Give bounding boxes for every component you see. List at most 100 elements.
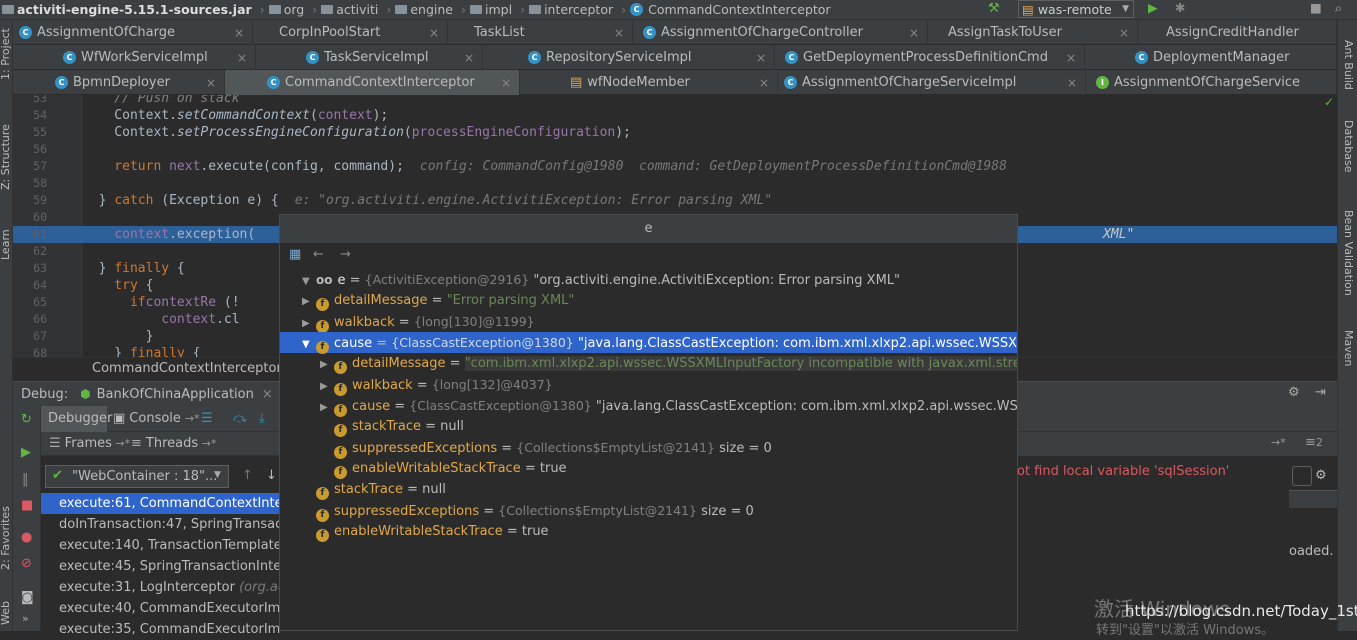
stack-frame[interactable]: execute:140, TransactionTemplate (org bbox=[41, 535, 281, 556]
layout-icon[interactable]: ≡2 bbox=[1305, 435, 1323, 450]
tab-assignmentofchargecontroller[interactable]: C AssignmentOfChargeController × bbox=[633, 20, 928, 45]
variable-node[interactable]: f suppressedExceptions = {Collections$Emp… bbox=[280, 500, 1017, 522]
stack-frame[interactable]: execute:31, LogInterceptor (org.activi bbox=[41, 577, 281, 598]
code-line[interactable]: 55 Context.setProcessEngineConfiguration… bbox=[13, 124, 1337, 141]
variable-node[interactable]: ▶ f detailMessage = "com.ibm.xml.xlxp2.api… bbox=[280, 353, 1017, 374]
debug-session-tab[interactable]: BankOfChinaApplication bbox=[97, 387, 254, 402]
structure-tool-tab[interactable]: Z: Structure bbox=[0, 124, 12, 190]
tab-console[interactable]: ▣ Console →* bbox=[113, 406, 200, 432]
close-icon[interactable]: × bbox=[237, 51, 247, 65]
tab-wfnodemember[interactable]: ▤ wfNodeMember × bbox=[520, 70, 778, 95]
rerun-icon[interactable]: ↻ bbox=[21, 412, 32, 427]
variable-node[interactable]: ▶ f walkback = {long[132]@4037} bbox=[280, 374, 1017, 397]
close-icon[interactable]: × bbox=[756, 51, 766, 65]
expand-right-icon[interactable]: ▶ bbox=[302, 313, 316, 334]
close-icon[interactable]: × bbox=[1067, 76, 1077, 90]
tab-assigntasktouser[interactable]: AssignTaskToUser × bbox=[928, 20, 1138, 45]
variable-node[interactable]: ▼ oo e = {ActivitiException@2916} "org.act… bbox=[280, 269, 1017, 290]
close-icon[interactable]: × bbox=[501, 76, 511, 90]
breadcrumb-jar[interactable]: activiti-engine-5.15.1-sources.jar bbox=[2, 2, 252, 17]
more-icon[interactable]: » bbox=[22, 612, 29, 625]
menu-icon[interactable]: ☰ bbox=[201, 411, 213, 426]
project-tool-tab[interactable]: 1: Project bbox=[0, 28, 12, 80]
close-icon[interactable]: × bbox=[759, 76, 769, 90]
close-icon[interactable]: × bbox=[234, 26, 244, 40]
code-line[interactable]: 58 bbox=[13, 175, 1337, 192]
expand-right-icon[interactable]: ▶ bbox=[320, 354, 334, 375]
breadcrumb-current-file[interactable]: C CommandContextInterceptor bbox=[630, 2, 831, 17]
run-config-select[interactable]: ▤ was-remote ▼ bbox=[1018, 0, 1134, 18]
variable-node[interactable]: ▶ f walkback = {long[130]@1199} bbox=[280, 311, 1017, 334]
tab-assigncredithandler[interactable]: AssignCreditHandler bbox=[1138, 20, 1337, 45]
variable-node[interactable]: ▼ f cause = {ClassCastException@1380} "jav… bbox=[280, 332, 1017, 355]
up-arrow-icon[interactable]: ↑ bbox=[242, 468, 253, 483]
bean-validation-tool-tab[interactable]: Bean Validation bbox=[1342, 210, 1355, 296]
variable-node[interactable]: f enableWritableStackTrace = true bbox=[280, 521, 1017, 542]
tab-wfworkserviceimpl[interactable]: C WfWorkServiceImpl × bbox=[13, 45, 256, 70]
step-into-icon[interactable]: ⤓ bbox=[259, 411, 265, 426]
tab-frames[interactable]: ☰ Frames →* bbox=[49, 436, 130, 451]
close-icon[interactable]: × bbox=[206, 76, 216, 90]
search-everywhere-icon[interactable]: ⌕ bbox=[1335, 0, 1342, 16]
inspect-popup[interactable]: e ▦ ← → ▼ oo e = {ActivitiException@2916} … bbox=[279, 214, 1018, 631]
web-tool-tab[interactable]: Web bbox=[0, 601, 12, 625]
search-icon[interactable] bbox=[1292, 466, 1312, 486]
close-icon[interactable]: × bbox=[1119, 26, 1129, 40]
debug-icon[interactable]: ✱ bbox=[1175, 0, 1185, 15]
code-line[interactable]: 53 // Push on stack bbox=[13, 95, 1337, 107]
close-icon[interactable]: × bbox=[614, 26, 624, 40]
thread-select[interactable]: ✔ "WebContainer : 18"... ▼ bbox=[45, 465, 229, 488]
breadcrumb-impl[interactable]: impl bbox=[470, 2, 512, 17]
database-tool-tab[interactable]: Database bbox=[1342, 120, 1355, 173]
build-hammer-icon[interactable]: ⚒ bbox=[988, 1, 1000, 16]
expand-right-icon[interactable]: ▶ bbox=[320, 397, 334, 418]
expand-down-icon[interactable]: ▼ bbox=[302, 334, 316, 355]
tab-deploymentmanager[interactable]: C DeploymentManager bbox=[1085, 45, 1337, 70]
breadcrumb-interceptor[interactable]: interceptor bbox=[529, 2, 613, 17]
close-icon[interactable]: × bbox=[429, 26, 439, 40]
ant-build-tool-tab[interactable]: Ant Build bbox=[1342, 40, 1355, 90]
run-icon[interactable]: ▶ bbox=[1148, 0, 1158, 15]
close-icon[interactable]: × bbox=[464, 51, 474, 65]
expand-right-icon[interactable]: ▶ bbox=[320, 376, 334, 397]
stack-frame[interactable]: execute:45, SpringTransactionIntercep bbox=[41, 556, 281, 577]
tab-repositoryserviceimpl[interactable]: C RepositoryServiceImpl × bbox=[483, 45, 775, 70]
down-arrow-icon[interactable]: ↓ bbox=[266, 468, 277, 483]
maven-tool-tab[interactable]: Maven bbox=[1342, 330, 1355, 366]
tab-threads[interactable]: ≡ Threads →* bbox=[131, 436, 216, 451]
hide-icon[interactable]: ⇥ bbox=[1315, 385, 1326, 400]
tab-assignmentofcharge[interactable]: C AssignmentOfCharge × bbox=[13, 20, 253, 45]
code-line[interactable]: 57 return next.execute(config, command);… bbox=[13, 158, 1337, 175]
close-icon[interactable]: × bbox=[1066, 51, 1076, 65]
learn-tool-tab[interactable]: Learn bbox=[0, 229, 12, 260]
resume-icon[interactable]: ▶ bbox=[21, 445, 31, 460]
gear-icon[interactable]: ⚙ bbox=[1315, 468, 1327, 483]
breadcrumb-class[interactable]: CommandContextInterceptor bbox=[92, 361, 282, 376]
expand-down-icon[interactable]: ▼ bbox=[302, 271, 316, 292]
variable-node[interactable]: f suppressedExceptions = {Collections$Emp… bbox=[280, 437, 1017, 459]
tab-assignmentofchargeservice[interactable]: I AssignmentOfChargeService bbox=[1086, 70, 1337, 95]
tab-assignmentofchargeserviceimpl[interactable]: C AssignmentOfChargeServiceImpl × bbox=[778, 70, 1086, 95]
expand-right-icon[interactable]: ▶ bbox=[302, 291, 316, 312]
gear-icon[interactable]: ⚙ bbox=[1288, 385, 1300, 400]
tab-taskserviceimpl[interactable]: C TaskServiceImpl × bbox=[256, 45, 483, 70]
variable-node[interactable]: f stackTrace = null bbox=[280, 416, 1017, 437]
view-breakpoints-icon[interactable]: ● bbox=[21, 530, 32, 545]
breadcrumb-engine[interactable]: engine bbox=[395, 2, 453, 17]
stack-frame[interactable]: execute:40, CommandExecutorImpl (o bbox=[41, 598, 281, 619]
tab-commandcontextinterceptor[interactable]: C CommandContextInterceptor × bbox=[225, 70, 520, 95]
tab-tasklist[interactable]: TaskList × bbox=[448, 20, 633, 45]
close-icon[interactable]: × bbox=[262, 387, 273, 402]
close-icon[interactable]: × bbox=[909, 26, 919, 40]
tab-corpinpoolstart[interactable]: CorpInPoolStart × bbox=[253, 20, 448, 45]
favorites-tool-tab[interactable]: 2: Favorites bbox=[0, 506, 12, 570]
variable-node[interactable]: ▶ f cause = {ClassCastException@1380} "jav… bbox=[280, 395, 1017, 418]
pause-icon[interactable]: ‖ bbox=[22, 472, 29, 487]
tab-bpmndeployer[interactable]: C BpmnDeployer × bbox=[13, 70, 225, 95]
code-line[interactable]: 54 Context.setCommandContext(context); bbox=[13, 107, 1337, 124]
tab-debugger[interactable]: Debugger bbox=[41, 406, 112, 432]
mute-breakpoints-icon[interactable]: ⊘ bbox=[21, 556, 32, 571]
stop-icon[interactable]: ■ bbox=[1310, 0, 1322, 15]
variable-node[interactable]: ▶ f detailMessage = "Error parsing XML" bbox=[280, 290, 1017, 311]
camera-icon[interactable]: ◙ bbox=[21, 590, 34, 605]
